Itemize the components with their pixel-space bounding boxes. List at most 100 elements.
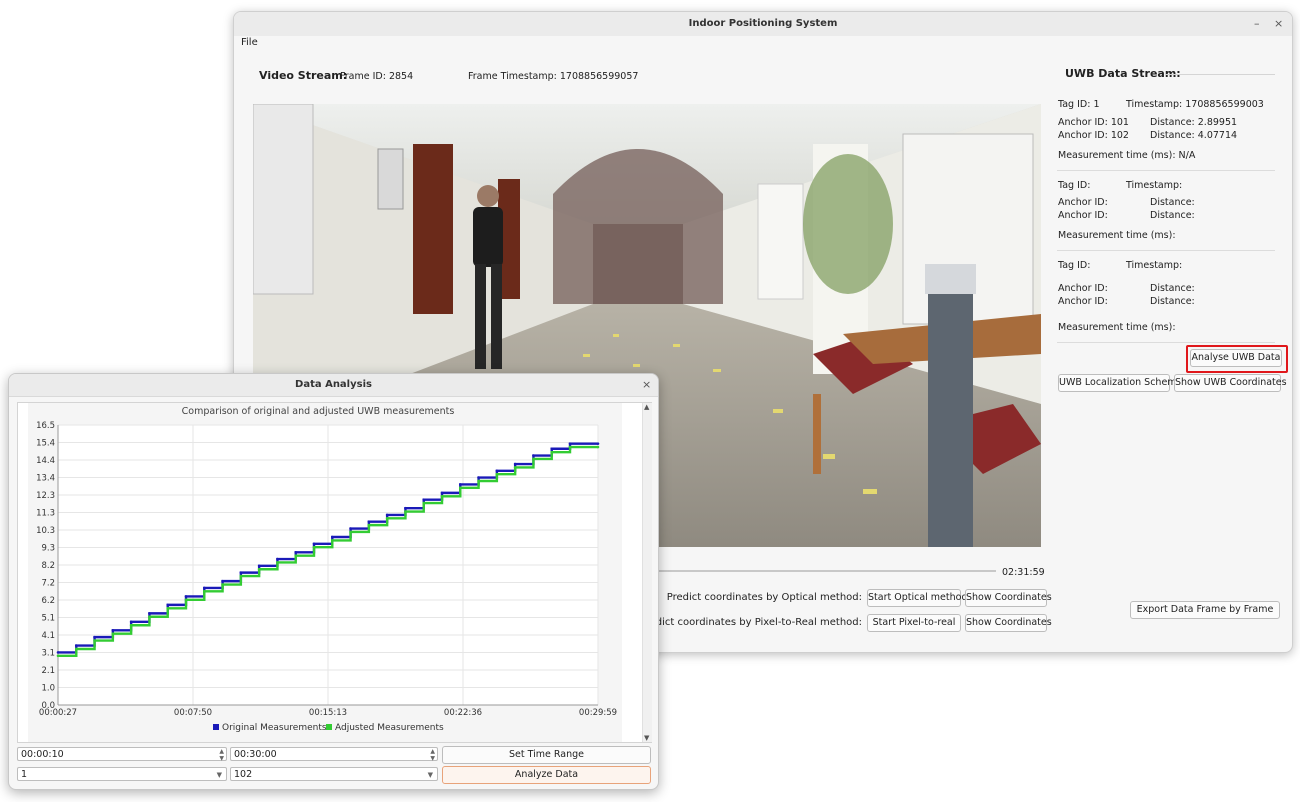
data-point [596, 445, 600, 449]
data-point [532, 454, 535, 457]
data-point [404, 506, 407, 510]
data-point [477, 476, 480, 479]
chart-container: Comparison of original and adjusted UWB … [17, 402, 652, 743]
tag-select[interactable]: 1 ▼ [17, 767, 227, 781]
start-time-value: 00:00:10 [21, 749, 64, 760]
predict-pixel-label: Predict coordinates by Pixel-to-Real met… [639, 617, 862, 628]
y-tick-label: 6.2 [41, 596, 55, 606]
start-time-input[interactable]: 00:00:10 ▲ ▼ [17, 747, 227, 762]
chevron-down-icon[interactable]: ▼ [217, 768, 222, 782]
tag-select-value: 1 [21, 769, 28, 780]
data-point [184, 598, 188, 602]
data-point [129, 620, 133, 624]
y-tick-label: 1.0 [41, 684, 55, 694]
y-tick-label: 10.3 [36, 526, 55, 536]
y-tick-label: 12.3 [36, 491, 55, 501]
data-point [202, 590, 206, 593]
data-point [166, 603, 170, 607]
data-point [294, 554, 298, 557]
data-point [459, 486, 462, 490]
spinner-icon[interactable]: ▲ ▼ [430, 748, 435, 762]
data-point [166, 606, 170, 610]
data-point [221, 583, 224, 586]
data-point [367, 523, 371, 527]
divider [1057, 250, 1275, 251]
y-tick-label: 9.3 [41, 544, 55, 554]
uwb-timestamp: Timestamp: [1126, 260, 1183, 271]
data-point [513, 462, 517, 466]
close-icon[interactable]: × [642, 378, 651, 391]
chevron-down-icon[interactable]: ▼ [428, 768, 433, 782]
data-point [202, 586, 206, 590]
data-point [184, 595, 188, 598]
start-pixel-button[interactable]: Start Pixel-to-real [867, 614, 961, 632]
uwb-timestamp: Timestamp: 1708856599003 [1126, 99, 1264, 110]
chart-title: Comparison of original and adjusted UWB … [182, 406, 455, 417]
uwb-schema-button[interactable]: UWB Localization Schema [1058, 374, 1182, 392]
uwb-anchor-id: Anchor ID: 101 [1058, 117, 1129, 128]
data-point [459, 483, 462, 486]
uwb-timestamp: Timestamp: [1126, 180, 1183, 191]
data-point [568, 445, 572, 449]
anchor-select-value: 102 [234, 769, 253, 780]
uwb-anchor-id: Anchor ID: [1058, 296, 1108, 307]
data-point [276, 561, 279, 564]
x-tick-label: 00:29:59 [579, 708, 617, 718]
y-tick-label: 15.4 [36, 439, 55, 449]
main-titlebar: Indoor Positioning System – × [234, 12, 1292, 37]
analyse-uwb-button[interactable]: Analyse UWB Data [1190, 349, 1282, 367]
divider [1057, 342, 1275, 343]
uwb-measurement-time: Measurement time (ms): N/A [1058, 150, 1196, 161]
data-point [93, 635, 96, 639]
video-slider[interactable] [654, 570, 996, 572]
scroll-down-icon[interactable]: ▼ [644, 734, 649, 742]
y-tick-label: 8.2 [41, 561, 55, 571]
data-point [495, 469, 499, 473]
x-tick-label: 00:22:36 [444, 708, 482, 718]
data-point [257, 567, 261, 571]
scroll-up-icon[interactable]: ▲ [644, 403, 649, 411]
data-point [330, 535, 334, 539]
data-point [294, 550, 298, 554]
data-point [93, 639, 96, 642]
chart-scrollbar[interactable]: ▲ ▼ [642, 403, 652, 742]
data-point [477, 479, 480, 483]
data-point [404, 510, 407, 513]
y-tick-label: 11.3 [36, 509, 55, 519]
uwb-measurement-time: Measurement time (ms): [1058, 322, 1176, 333]
spinner-icon[interactable]: ▲ ▼ [219, 748, 224, 762]
data-point [550, 447, 554, 451]
data-point [276, 557, 279, 561]
video-end-time: 02:31:59 [1002, 567, 1045, 578]
close-icon[interactable]: × [1274, 17, 1283, 30]
legend-label: Original Measurements [222, 723, 327, 733]
show-coordinates-optical-button[interactable]: Show Coordinates [965, 589, 1052, 607]
end-time-input[interactable]: 00:30:00 ▲ ▼ [230, 747, 438, 762]
menu-file[interactable]: File [241, 37, 258, 48]
show-coordinates-pixel-button[interactable]: Show Coordinates [965, 614, 1052, 632]
set-time-range-button[interactable]: Set Time Range [442, 746, 651, 764]
uwb-distance: Distance: 2.89951 [1150, 117, 1238, 128]
uwb-comparison-chart: Comparison of original and adjusted UWB … [28, 403, 622, 742]
data-point [129, 623, 133, 627]
analyze-data-button[interactable]: Analyze Data [442, 766, 651, 784]
data-point [440, 494, 444, 498]
anchor-select[interactable]: 102 ▼ [230, 767, 438, 781]
minimize-icon[interactable]: – [1254, 17, 1260, 30]
data-point [532, 457, 535, 461]
divider [1057, 170, 1275, 171]
data-point [312, 542, 316, 546]
data-point [221, 579, 224, 583]
start-optical-button[interactable]: Start Optical method [867, 589, 968, 607]
data-point [239, 574, 243, 578]
data-point [74, 647, 78, 651]
uwb-distance: Distance: 4.07714 [1150, 130, 1238, 141]
data-point [239, 571, 243, 574]
show-uwb-coordinates-button[interactable]: Show UWB Coordinates [1174, 374, 1287, 392]
export-data-button[interactable]: Export Data Frame by Frame [1130, 601, 1280, 619]
data-point [312, 545, 316, 549]
data-point [56, 651, 60, 654]
data-point [349, 527, 352, 530]
data-point [513, 466, 517, 469]
data-point [385, 513, 389, 517]
